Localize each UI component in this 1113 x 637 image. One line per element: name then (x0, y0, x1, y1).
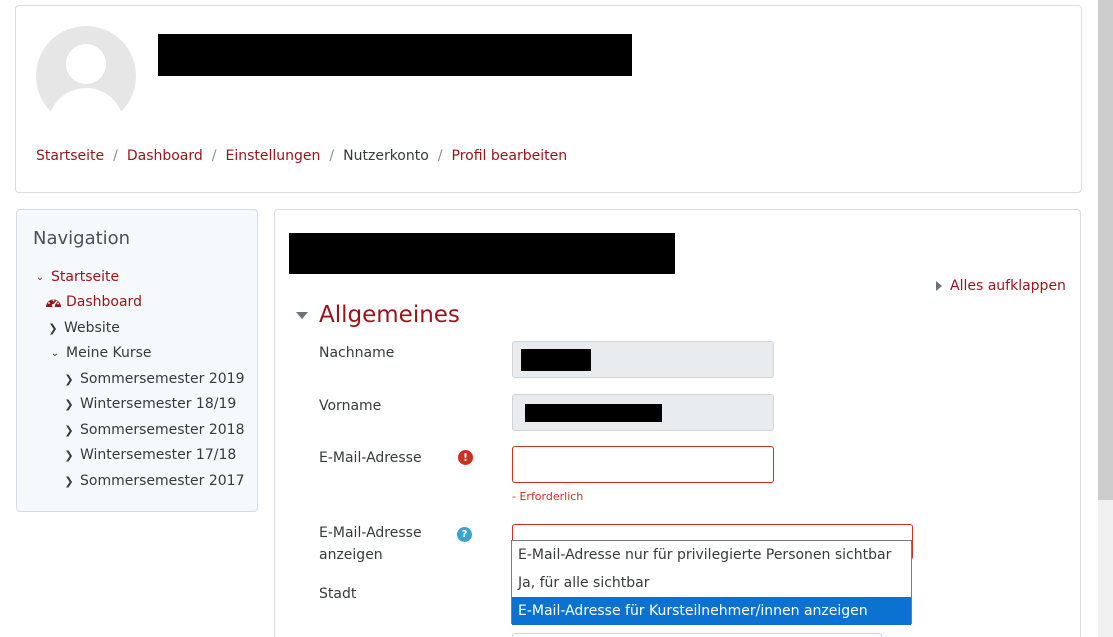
breadcrumb-separator: / (211, 148, 217, 164)
breadcrumb-edit-profile[interactable]: Profil bearbeiten (452, 148, 568, 164)
lastname-field[interactable] (512, 341, 774, 378)
breadcrumb-account: Nutzerkonto (343, 148, 429, 164)
chevron-right-icon: ❯ (64, 448, 74, 462)
nav-item-label: Sommersemester 2018 (80, 422, 245, 438)
show-email-label-line1: E-Mail-Adresse (319, 525, 422, 541)
nav-item-website[interactable]: ❯ Website (46, 320, 120, 336)
nav-item-label: Startseite (51, 269, 120, 285)
chevron-down-icon: ⌄ (50, 347, 60, 359)
dropdown-option-selected[interactable]: E-Mail-Adresse für Kursteilnehmer/innen … (512, 597, 911, 625)
dropdown-option[interactable]: E-Mail-Adresse nur für privilegierte Per… (512, 541, 911, 569)
caret-right-icon (936, 281, 942, 291)
firstname-field[interactable] (512, 394, 774, 431)
nav-item-course[interactable]: ❯ Sommersemester 2019 (62, 371, 245, 387)
nav-item-label: Meine Kurse (66, 345, 152, 361)
breadcrumb-home[interactable]: Startseite (36, 148, 104, 164)
chevron-down-icon: ⌄ (35, 271, 45, 283)
nav-item-label: Dashboard (66, 294, 142, 310)
chevron-right-icon: ❯ (64, 372, 74, 386)
expand-all-label: Alles aufklappen (950, 278, 1066, 294)
show-email-label: E-Mail-Adresse anzeigen (319, 522, 422, 566)
exclamation-circle-icon: ! (458, 450, 473, 465)
breadcrumb-separator: / (113, 148, 118, 164)
email-required-message: - Erforderlich (512, 490, 584, 503)
lastname-label: Nachname (319, 345, 395, 361)
chevron-right-icon: ❯ (64, 474, 74, 488)
chevron-right-icon: ❯ (64, 423, 74, 437)
nav-item-course[interactable]: ❯ Wintersemester 17/18 (62, 447, 236, 463)
chevron-right-icon: ❯ (64, 397, 74, 411)
redacted-page-heading (289, 233, 675, 274)
breadcrumb-separator: / (329, 148, 335, 164)
page-header: Startseite / Dashboard / Einstellungen /… (15, 5, 1082, 193)
firstname-label: Vorname (319, 398, 382, 414)
dropdown-option[interactable]: Ja, für alle sichtbar (512, 569, 911, 597)
avatar[interactable] (36, 26, 136, 126)
scrollbar-thumb[interactable] (1098, 0, 1113, 500)
nav-item-my-courses[interactable]: ⌄ Meine Kurse (48, 345, 152, 361)
nav-item-course[interactable]: ❯ Wintersemester 18/19 (62, 396, 236, 412)
collapse-caret-icon[interactable] (296, 312, 308, 319)
nav-item-dashboard[interactable]: Dashboard (45, 294, 142, 310)
show-email-label-line2: anzeigen (319, 547, 383, 563)
nav-item-label: Wintersemester 18/19 (80, 396, 237, 412)
city-label: Stadt (319, 586, 357, 602)
breadcrumb-settings[interactable]: Einstellungen (226, 148, 321, 164)
question-circle-icon[interactable]: ? (457, 527, 472, 542)
nav-item-course[interactable]: ❯ Sommersemester 2017 (62, 473, 245, 489)
nav-item-label: Sommersemester 2017 (80, 473, 245, 489)
breadcrumb-dashboard[interactable]: Dashboard (127, 148, 203, 164)
chevron-right-icon: ❯ (48, 321, 58, 335)
redacted-lastname-value (521, 349, 591, 371)
show-email-dropdown[interactable]: E-Mail-Adresse nur für privilegierte Per… (511, 540, 912, 625)
nav-item-label: Website (64, 320, 120, 336)
nav-item-label: Sommersemester 2019 (80, 371, 245, 387)
breadcrumb: Startseite / Dashboard / Einstellungen /… (36, 148, 567, 164)
avatar-body-shape (48, 88, 124, 126)
section-title[interactable]: Allgemeines (319, 302, 460, 328)
email-label: E-Mail-Adresse (319, 450, 422, 466)
nav-item-course[interactable]: ❯ Sommersemester 2018 (62, 422, 245, 438)
avatar-head-shape (66, 44, 106, 84)
redacted-firstname-value (525, 404, 662, 422)
navigation-title: Navigation (33, 228, 131, 249)
nav-item-home[interactable]: ⌄ Startseite (33, 269, 119, 285)
nav-item-label: Wintersemester 17/18 (80, 447, 237, 463)
redacted-user-name (158, 34, 632, 76)
email-field[interactable] (512, 446, 774, 483)
tachometer-icon (46, 299, 61, 308)
expand-all-link[interactable]: Alles aufklappen (936, 278, 1066, 294)
city-field[interactable] (512, 633, 882, 637)
breadcrumb-separator: / (437, 148, 443, 164)
